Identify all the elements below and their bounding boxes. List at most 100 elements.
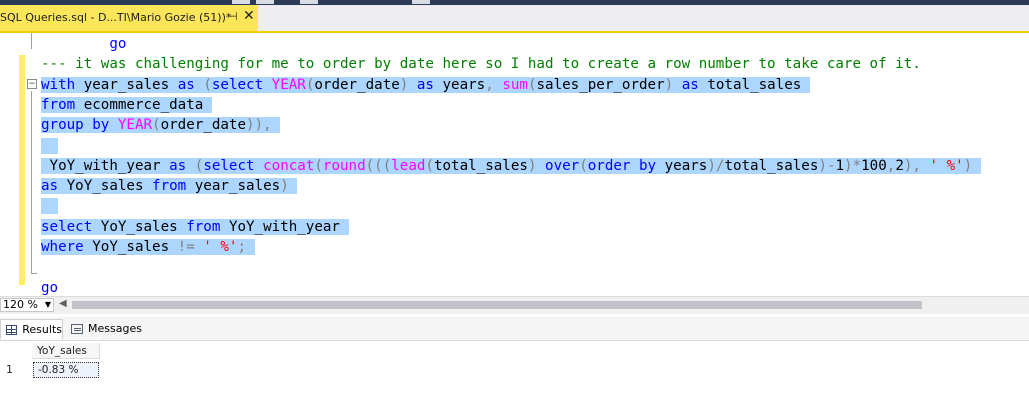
code-token: YEAR — [271, 76, 306, 93]
code-token: ) — [664, 76, 682, 93]
code-token: 2 — [895, 157, 904, 174]
code-token: ecommerce_data — [83, 96, 204, 113]
code-line-content: YoY_with_year as (select concat(round(((… — [41, 157, 981, 174]
chevron-left-icon[interactable]: ◀ — [59, 298, 67, 309]
code-line-content — [41, 198, 59, 215]
code-token: with — [41, 76, 84, 93]
code-token: as — [169, 157, 195, 174]
code-line[interactable]: go — [41, 34, 126, 54]
code-token: , — [485, 76, 503, 93]
code-line[interactable]: go — [41, 278, 58, 298]
tab-results-label: Results — [22, 322, 62, 336]
code-line[interactable] — [41, 136, 59, 156]
close-icon[interactable]: ✕ — [243, 8, 255, 24]
code-token: YoY_with_year — [228, 218, 340, 235]
document-tab[interactable]: SQL Queries.sql - D...TI\Mario Gozie (51… — [0, 5, 258, 31]
code-line[interactable]: where YoY_sales != ' %'; — [41, 237, 255, 257]
code-token: as — [177, 76, 204, 93]
code-token: group by — [41, 117, 118, 134]
code-line[interactable]: YoY_with_year as (select concat(round(((… — [41, 156, 981, 176]
fold-guide — [31, 273, 37, 274]
code-line-content: where YoY_sales != ' %'; — [41, 239, 255, 255]
code-token: )- — [818, 157, 836, 174]
tab-messages-label: Messages — [88, 322, 142, 335]
horizontal-scrollbar[interactable] — [72, 301, 922, 309]
editor-status-bar: 120 % ▼ ◀ — [0, 296, 1029, 314]
code-token: year_sales — [83, 76, 178, 93]
code-token: concat — [263, 157, 315, 174]
code-token: )), — [246, 117, 272, 134]
code-token: sum — [502, 76, 528, 93]
code-token: YoY_with_year — [49, 157, 170, 174]
code-token: YEAR — [117, 117, 153, 134]
sql-editor[interactable]: − go --- it was challenging for me to ord… — [0, 33, 1029, 298]
tab-results[interactable]: Results — [0, 319, 63, 339]
code-token: as — [681, 76, 708, 93]
code-token: --- it was challenging for me to order b… — [41, 56, 921, 73]
code-token: years — [664, 157, 708, 174]
code-token: order_date — [314, 76, 400, 93]
row-number[interactable]: 1 — [0, 361, 32, 378]
toolbar-icon[interactable] — [256, 0, 274, 4]
chevron-down-icon[interactable]: ▼ — [45, 299, 51, 311]
result-cell[interactable]: -0.83 % — [33, 362, 99, 378]
code-line-content: with year_sales as (select YEAR(order_da… — [41, 76, 810, 93]
code-token: ( — [203, 76, 212, 93]
code-token: ; — [237, 239, 247, 255]
code-line-content: from ecommerce_data — [41, 96, 212, 113]
code-token: as — [41, 178, 67, 195]
code-token: ' %' — [203, 239, 238, 255]
messages-icon — [71, 324, 83, 334]
code-token: 1 — [835, 157, 845, 174]
code-token: ( — [527, 76, 537, 93]
code-token: order by — [587, 157, 665, 174]
code-line[interactable] — [41, 196, 59, 216]
code-line-content: --- it was challenging for me to order b… — [41, 56, 921, 72]
results-tab-bar: Results Messages — [0, 317, 1029, 341]
code-token: ( — [425, 157, 434, 174]
column-header-yoy-sales[interactable]: YoY_sales — [32, 343, 100, 359]
code-token: YoY_sales — [92, 239, 178, 255]
code-token: )/ — [707, 157, 725, 174]
code-token: YoY_sales — [66, 178, 153, 195]
code-line[interactable]: --- it was challenging for me to order b… — [41, 54, 921, 74]
code-line-content: as YoY_sales from year_sales) — [41, 178, 298, 195]
code-line[interactable]: as YoY_sales from year_sales) — [41, 176, 298, 196]
code-token: )* — [844, 157, 862, 174]
changed-lines-marker — [19, 55, 25, 285]
code-line-content — [41, 137, 59, 154]
zoom-select[interactable]: 120 % ▼ — [0, 298, 54, 312]
code-line[interactable]: from ecommerce_data — [41, 95, 212, 115]
toolbar-icon[interactable] — [300, 0, 318, 4]
code-token: total_sales — [707, 76, 802, 93]
code-token: over — [545, 157, 580, 174]
code-token: YoY_sales — [100, 218, 187, 235]
code-token: ) — [280, 178, 289, 195]
pin-icon[interactable]: ⊣ — [228, 10, 238, 23]
code-token: total_sales — [433, 157, 528, 174]
code-token: select — [203, 157, 264, 174]
code-token: total_sales — [724, 157, 819, 174]
code-token: ) — [527, 157, 546, 174]
code-token: ( — [314, 157, 323, 174]
code-line-content: group by YEAR(order_date)), — [41, 117, 281, 134]
document-tab-bar: SQL Queries.sql - D...TI\Mario Gozie (51… — [0, 5, 1029, 33]
code-line-content: go — [41, 36, 126, 52]
toolbar-icon[interactable] — [232, 0, 250, 4]
code-token: ( — [152, 117, 161, 134]
code-line-content: select YoY_sales from YoY_with_year — [41, 218, 349, 235]
zoom-value: 120 % — [3, 298, 38, 311]
code-token: round — [322, 157, 366, 174]
code-line[interactable]: group by YEAR(order_date)), — [41, 115, 281, 135]
code-token: ), — [903, 157, 930, 174]
code-line[interactable]: with year_sales as (select YEAR(order_da… — [41, 75, 810, 95]
code-token: from — [41, 96, 84, 113]
code-token: lead — [391, 157, 426, 174]
results-grid[interactable]: YoY_sales 1 -0.83 % — [0, 341, 1029, 410]
code-line[interactable]: select YoY_sales from YoY_with_year — [41, 217, 349, 237]
code-token: ((( — [365, 157, 392, 174]
code-token: ( — [579, 157, 588, 174]
collapse-region-icon[interactable]: − — [27, 79, 37, 89]
tab-messages[interactable]: Messages — [66, 319, 146, 339]
toolbar-icon[interactable] — [412, 0, 430, 4]
